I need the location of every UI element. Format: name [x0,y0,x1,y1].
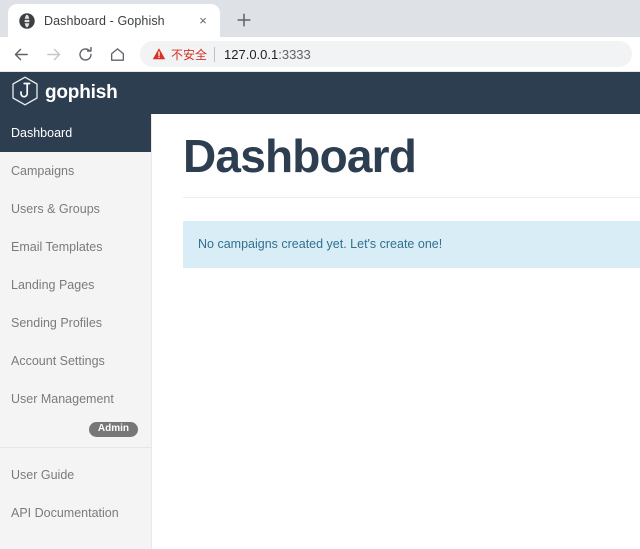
browser-chrome: Dashboard - Gophish × 不安全 127.0.0.1:3333 [0,0,640,72]
sidebar-item-email-templates[interactable]: Email Templates [0,228,151,266]
brand[interactable]: gophish [11,76,118,111]
sidebar-item-dashboard[interactable]: Dashboard [0,114,151,152]
sidebar-item-campaigns[interactable]: Campaigns [0,152,151,190]
close-icon[interactable]: × [194,12,212,30]
sidebar: Dashboard Campaigns Users & Groups Email… [0,114,152,549]
sidebar-item-api-documentation[interactable]: API Documentation [0,494,151,532]
sidebar-divider [0,447,151,448]
tab-title: Dashboard - Gophish [44,13,165,28]
status-badge: Admin [88,421,138,437]
app-body: Dashboard Campaigns Users & Groups Email… [0,114,640,549]
arrow-left-icon[interactable] [6,39,36,69]
reload-icon[interactable] [70,39,100,69]
not-secure-label: 不安全 [171,47,208,62]
url-port: :3333 [278,46,311,62]
sidebar-item-sending-profiles[interactable]: Sending Profiles [0,304,151,342]
admin-badge-row: Admin [0,418,151,440]
arrow-right-icon [38,39,68,69]
plus-icon[interactable] [230,6,258,34]
home-icon[interactable] [102,39,132,69]
gophish-app: gophish Dashboard Campaigns Users & Grou… [0,72,640,549]
main-content: Dashboard No campaigns created yet. Let'… [152,114,640,549]
brand-text: gophish [45,82,118,103]
warning-triangle-icon [152,47,166,61]
address-bar[interactable]: 不安全 127.0.0.1:3333 [140,41,632,67]
no-campaigns-alert: No campaigns created yet. Let's create o… [183,221,640,269]
title-divider [183,197,640,199]
sidebar-item-users-groups[interactable]: Users & Groups [0,190,151,228]
page-title: Dashboard [183,130,417,182]
tab-strip: Dashboard - Gophish × [0,0,640,37]
url-host: 127.0.0.1 [224,46,279,62]
sidebar-item-user-management[interactable]: User Management [0,380,151,418]
sidebar-item-landing-pages[interactable]: Landing Pages [0,266,151,304]
omnibox-separator [214,46,216,62]
url-text: 127.0.0.1:3333 [224,47,311,62]
gophish-hook-hexagon-icon [11,76,39,111]
app-navbar: gophish [0,72,640,114]
browser-toolbar: 不安全 127.0.0.1:3333 [0,37,640,72]
browser-tab[interactable]: Dashboard - Gophish × [8,4,220,37]
sidebar-item-account-settings[interactable]: Account Settings [0,342,151,380]
sidebar-item-user-guide[interactable]: User Guide [0,456,151,494]
globe-icon [19,12,35,29]
